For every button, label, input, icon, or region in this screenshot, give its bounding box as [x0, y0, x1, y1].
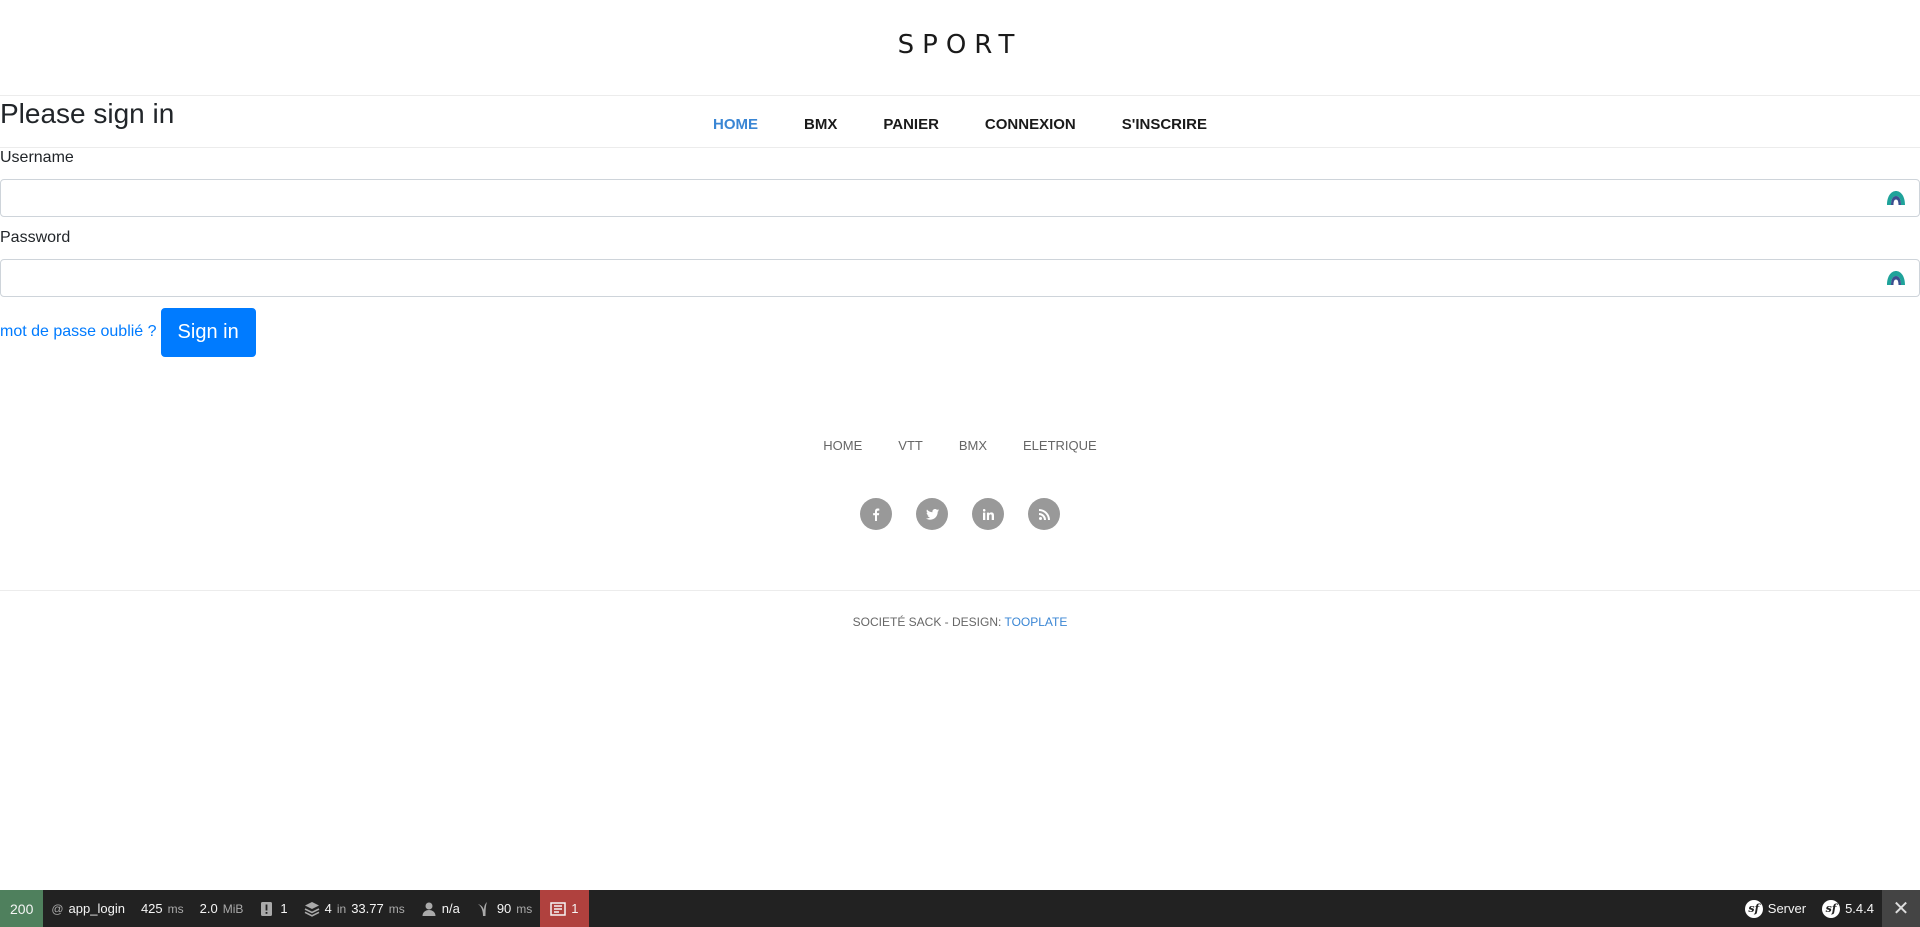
nav-item-home[interactable]: HOME	[713, 116, 758, 133]
form-actions: mot de passe oublié ? Sign in	[0, 308, 1920, 357]
server-item[interactable]: sf Server	[1737, 890, 1814, 927]
nav-row: Please sign in HOME BMX PANIER CONNEXION…	[0, 96, 1920, 148]
nav-item-bmx[interactable]: BMX	[804, 116, 837, 133]
time-unit: ms	[167, 901, 184, 916]
social-links	[0, 498, 1920, 530]
close-toolbar-icon[interactable]: ✕	[1882, 890, 1920, 927]
cache-calls: 4	[324, 901, 332, 916]
cache-icon	[304, 901, 319, 917]
login-form: Username Password mot de passe oublié ? …	[0, 148, 1920, 357]
server-label: Server	[1767, 901, 1807, 916]
cache-time: 33.77	[351, 901, 384, 916]
username-input[interactable]	[1, 180, 1919, 216]
footer-link-bmx[interactable]: BMX	[959, 438, 987, 453]
facebook-icon[interactable]	[860, 498, 892, 530]
user-item[interactable]: n/a	[413, 890, 468, 927]
footer-link-home[interactable]: HOME	[823, 438, 862, 453]
footer-link-eletrique[interactable]: ELETRIQUE	[1023, 438, 1097, 453]
twitter-icon[interactable]	[916, 498, 948, 530]
sign-in-button[interactable]: Sign in	[160, 308, 256, 357]
nav-item-connexion[interactable]: CONNEXION	[985, 116, 1076, 133]
memory-item[interactable]: 2.0 MiB	[192, 890, 252, 927]
password-manager-icon[interactable]	[1886, 190, 1906, 206]
footer-divider	[0, 590, 1920, 591]
forgot-password-link[interactable]: mot de passe oublié ?	[0, 323, 157, 341]
validator-icon	[550, 901, 567, 916]
twig-time: 90	[496, 901, 512, 916]
logs-count: 1	[280, 901, 288, 916]
password-manager-icon[interactable]	[1886, 270, 1906, 286]
symfony-debug-toolbar: 200 @ app_login 425 ms 2.0 MiB 1 4 in 33…	[0, 890, 1920, 927]
errors-count: 1	[571, 901, 579, 916]
symfony-version-item[interactable]: sf 5.4.4	[1814, 890, 1882, 927]
twig-unit: ms	[516, 901, 533, 916]
rss-icon[interactable]	[1028, 498, 1060, 530]
validator-error-item[interactable]: 1	[540, 890, 589, 927]
memory-unit: MiB	[222, 901, 244, 916]
symfony-version: 5.4.4	[1845, 901, 1874, 916]
brand-logo[interactable]: SPORT	[898, 30, 1023, 60]
cache-in: in	[336, 901, 347, 916]
password-input[interactable]	[1, 260, 1919, 296]
footer-links: HOME VTT BMX ELETRIQUE	[0, 438, 1920, 453]
nav-item-panier[interactable]: PANIER	[883, 116, 939, 133]
password-label: Password	[0, 229, 71, 246]
route-item[interactable]: @ app_login	[43, 890, 133, 927]
username-field[interactable]	[0, 179, 1920, 217]
time-value: 425	[140, 901, 163, 916]
route-name: app_login	[68, 901, 125, 916]
symfony-logo-icon: sf	[1822, 899, 1841, 918]
copyright-text: SOCIETÉ SACK - DESIGN:	[852, 615, 1005, 629]
linkedin-icon[interactable]	[972, 498, 1004, 530]
user-icon	[422, 902, 436, 916]
twig-item[interactable]: 90 ms	[468, 890, 540, 927]
route-at: @	[51, 901, 64, 916]
cache-unit: ms	[388, 901, 405, 916]
symfony-logo-icon: sf	[1744, 899, 1763, 918]
user-value: n/a	[441, 901, 460, 916]
memory-value: 2.0	[199, 901, 218, 916]
copyright: SOCIETÉ SACK - DESIGN: TOOPLATE	[0, 615, 1920, 629]
logs-icon	[261, 901, 273, 916]
password-field[interactable]	[0, 259, 1920, 297]
logs-item[interactable]: 1	[251, 890, 295, 927]
site-header: SPORT	[0, 0, 1920, 96]
footer-link-vtt[interactable]: VTT	[898, 438, 923, 453]
twig-icon	[477, 901, 487, 916]
status-code-badge[interactable]: 200	[0, 890, 44, 927]
main-nav: HOME BMX PANIER CONNEXION S'INSCRIRE	[0, 96, 1920, 148]
tooplate-link[interactable]: TOOPLATE	[1004, 615, 1067, 629]
username-label: Username	[0, 149, 74, 166]
nav-item-sinscrire[interactable]: S'INSCRIRE	[1122, 116, 1207, 133]
time-item[interactable]: 425 ms	[133, 890, 192, 927]
cache-item[interactable]: 4 in 33.77 ms	[296, 890, 413, 927]
